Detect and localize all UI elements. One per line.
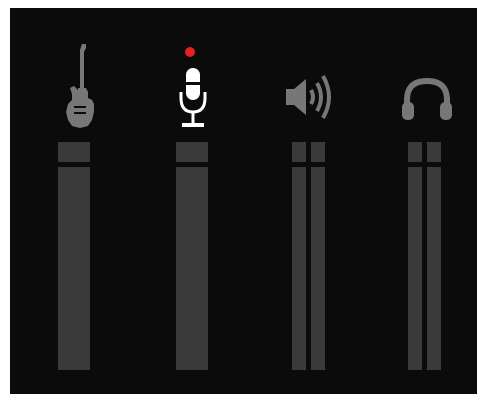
record-indicator bbox=[185, 47, 195, 57]
microphone-level-meter bbox=[176, 142, 208, 370]
meter-bar-left bbox=[408, 142, 422, 370]
meter-bar bbox=[176, 142, 208, 370]
guitar-icon[interactable] bbox=[62, 42, 98, 130]
microphone-icon[interactable] bbox=[178, 68, 208, 130]
channel-headphones[interactable] bbox=[400, 8, 460, 394]
headphones-level-meter bbox=[408, 142, 442, 370]
channel-speaker[interactable] bbox=[284, 8, 344, 394]
headphones-icon[interactable] bbox=[400, 76, 454, 122]
speaker-level-meter bbox=[292, 142, 326, 370]
channel-guitar[interactable] bbox=[50, 8, 110, 394]
channel-microphone[interactable] bbox=[168, 8, 228, 394]
speaker-icon[interactable] bbox=[284, 72, 338, 122]
meter-bar-left bbox=[292, 142, 306, 370]
meter-bar-right bbox=[427, 142, 441, 370]
audio-meters-panel bbox=[10, 8, 477, 394]
meter-bar-right bbox=[311, 142, 325, 370]
meter-bar bbox=[58, 142, 90, 370]
guitar-level-meter bbox=[58, 142, 90, 370]
